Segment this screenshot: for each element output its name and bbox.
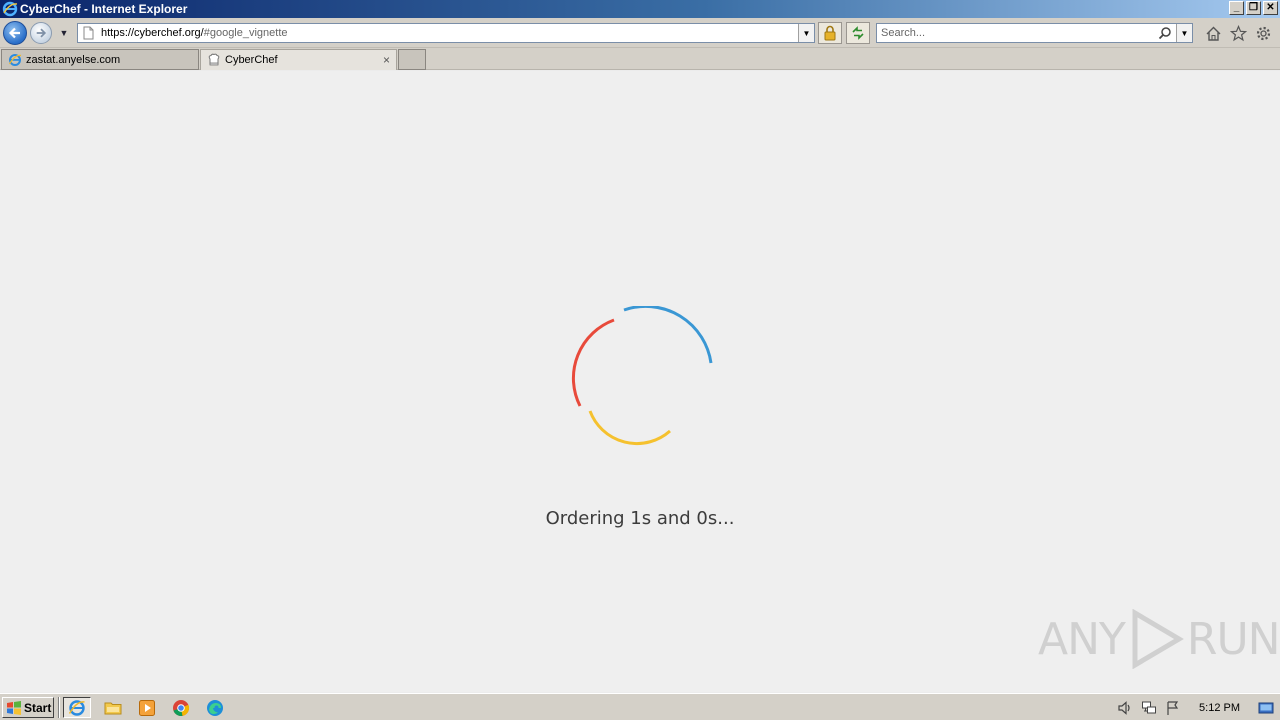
title-bar: CyberChef - Internet Explorer _ ❐ ✕ bbox=[0, 0, 1280, 18]
favorites-star-icon[interactable] bbox=[1230, 25, 1247, 42]
watermark-left: ANY bbox=[1038, 613, 1126, 665]
refresh-button[interactable] bbox=[846, 22, 870, 44]
start-button[interactable]: Start bbox=[2, 697, 54, 718]
tab-label: CyberChef bbox=[225, 54, 278, 66]
taskbar-internet-explorer[interactable] bbox=[63, 697, 91, 718]
taskbar-media-player[interactable] bbox=[133, 697, 161, 718]
forward-button[interactable] bbox=[30, 22, 52, 44]
media-player-icon bbox=[139, 699, 155, 716]
search-icon[interactable] bbox=[1158, 26, 1172, 40]
search-provider-dropdown[interactable]: ▼ bbox=[1176, 24, 1192, 42]
search-input[interactable] bbox=[881, 27, 1151, 39]
minimize-button[interactable]: _ bbox=[1229, 1, 1244, 15]
window-title: CyberChef - Internet Explorer bbox=[20, 2, 188, 16]
system-tray: 5:12 PM bbox=[1117, 697, 1280, 718]
navigation-bar: ▼ https://cyberchef.org/#google_vignette… bbox=[0, 18, 1280, 48]
back-button[interactable] bbox=[3, 21, 27, 45]
page-content: Ordering 1s and 0s... ANY RUN bbox=[0, 71, 1280, 692]
chrome-icon bbox=[173, 699, 190, 716]
taskbar: Start 5:12 PM bbox=[0, 693, 1280, 720]
taskbar-file-explorer[interactable] bbox=[99, 697, 127, 718]
folder-icon bbox=[104, 702, 122, 714]
url-hash: #google_vignette bbox=[203, 27, 288, 39]
forward-arrow-icon bbox=[36, 28, 47, 38]
close-button[interactable]: ✕ bbox=[1263, 1, 1278, 15]
show-desktop-icon[interactable] bbox=[1258, 700, 1274, 716]
clock[interactable]: 5:12 PM bbox=[1199, 702, 1240, 714]
tab-zastat[interactable]: zastat.anyelse.com bbox=[1, 49, 199, 70]
refresh-icon bbox=[852, 26, 864, 40]
ie-icon bbox=[8, 53, 22, 66]
back-arrow-icon bbox=[8, 27, 20, 39]
taskbar-chrome[interactable] bbox=[167, 697, 195, 718]
new-tab-button[interactable] bbox=[398, 49, 426, 70]
address-dropdown-button[interactable]: ▼ bbox=[798, 24, 814, 42]
taskbar-edge[interactable] bbox=[201, 697, 229, 718]
toolbar-icons bbox=[1205, 25, 1272, 42]
tab-cyberchef[interactable]: CyberChef × bbox=[200, 49, 397, 70]
action-center-flag-icon[interactable] bbox=[1165, 700, 1181, 716]
volume-icon[interactable] bbox=[1117, 700, 1133, 716]
page-icon bbox=[83, 26, 94, 40]
network-icon[interactable] bbox=[1141, 700, 1157, 716]
recent-pages-dropdown[interactable]: ▼ bbox=[58, 26, 70, 40]
start-label: Start bbox=[24, 700, 52, 715]
watermark-play-icon bbox=[1132, 609, 1184, 669]
url-main: https://cyberchef.org/ bbox=[101, 27, 204, 39]
tab-label: zastat.anyelse.com bbox=[26, 53, 121, 66]
settings-gear-icon[interactable] bbox=[1255, 25, 1272, 42]
url-text: https://cyberchef.org/#google_vignette bbox=[101, 27, 288, 39]
taskbar-separator bbox=[58, 697, 60, 718]
security-lock-button[interactable] bbox=[818, 22, 842, 44]
window-controls: _ ❐ ✕ bbox=[1229, 1, 1278, 15]
spinner-arc-red bbox=[571, 318, 615, 407]
watermark-right: RUN bbox=[1186, 613, 1280, 665]
search-box[interactable]: ▼ bbox=[876, 23, 1193, 43]
restore-button[interactable]: ❐ bbox=[1246, 1, 1261, 15]
ie-logo-icon bbox=[2, 1, 18, 17]
loading-message: Ordering 1s and 0s... bbox=[545, 508, 735, 529]
home-icon[interactable] bbox=[1205, 25, 1222, 42]
cyberchef-icon bbox=[208, 53, 220, 66]
tab-close-button[interactable]: × bbox=[383, 53, 390, 67]
address-bar[interactable]: https://cyberchef.org/#google_vignette ▼ bbox=[77, 23, 815, 43]
lock-icon bbox=[824, 25, 836, 41]
edge-icon bbox=[207, 699, 223, 716]
anyrun-watermark: ANY RUN bbox=[1038, 609, 1280, 669]
spinner-arc-yellow bbox=[588, 410, 671, 446]
internet-explorer-icon bbox=[68, 699, 85, 716]
spinner-arc-blue bbox=[623, 306, 713, 364]
loading-spinner bbox=[571, 306, 713, 446]
tab-bar: zastat.anyelse.com CyberChef × bbox=[0, 48, 1280, 70]
windows-logo-icon bbox=[7, 700, 21, 715]
